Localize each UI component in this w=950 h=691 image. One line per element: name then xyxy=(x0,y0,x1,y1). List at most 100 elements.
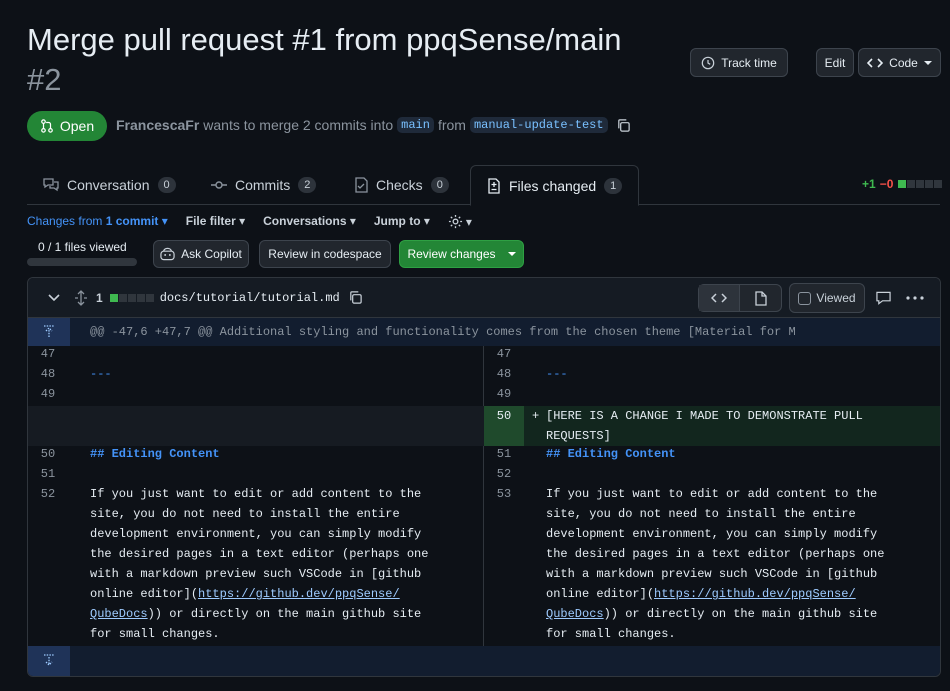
diffstat-bar xyxy=(897,177,943,191)
jump-to-dropdown[interactable]: Jump to ▾ xyxy=(374,214,430,229)
ask-copilot-button[interactable]: Ask Copilot xyxy=(153,240,249,268)
line-number[interactable]: 47 xyxy=(28,344,68,364)
file-path[interactable]: docs/tutorial/tutorial.md xyxy=(160,291,340,305)
clock-icon xyxy=(701,56,715,70)
track-time-button[interactable]: Track time xyxy=(690,48,788,77)
line-code: the desired pages in a text editor (perh… xyxy=(90,547,429,561)
code-label: Code xyxy=(889,55,918,70)
code-button[interactable]: Code xyxy=(858,48,941,77)
tab-files-changed[interactable]: Files changed 1 xyxy=(470,165,640,206)
diff-empty-line xyxy=(28,406,484,446)
pr-tabs: Conversation 0 Commits 2 Checks 0 Files … xyxy=(27,165,940,206)
add-marker: + xyxy=(532,409,540,423)
tab-label: Conversation xyxy=(67,177,150,193)
line-number[interactable]: 51 xyxy=(28,464,68,484)
git-commit-icon xyxy=(211,178,227,192)
tab-commits[interactable]: Commits 2 xyxy=(195,165,332,205)
line-number[interactable]: 49 xyxy=(28,384,68,404)
line-number[interactable]: 51 xyxy=(484,444,524,464)
code-icon[interactable] xyxy=(699,285,741,311)
changes-value: 1 commit xyxy=(105,214,159,228)
code-text: )) or directly on the main github site xyxy=(147,607,422,621)
copy-icon[interactable] xyxy=(348,290,363,305)
author-link[interactable]: FrancescaFr xyxy=(116,117,199,133)
tab-checks[interactable]: Checks 0 xyxy=(338,165,465,205)
expand-down-icon[interactable] xyxy=(28,646,70,676)
file-icon[interactable] xyxy=(740,285,781,311)
code-link[interactable]: https://github.dev/ppqSense/ xyxy=(198,587,400,601)
chevron-down-icon[interactable] xyxy=(48,293,60,302)
files-viewed-progress xyxy=(27,258,137,266)
line-number[interactable]: 52 xyxy=(28,484,68,504)
jump-to-label: Jump to xyxy=(373,214,421,228)
line-code: for small changes. xyxy=(90,627,220,641)
file-diffstat-bar xyxy=(109,289,154,307)
line-number[interactable]: 50 xyxy=(484,406,524,446)
expand-up-icon[interactable] xyxy=(28,318,70,346)
pr-title: Merge pull request #1 from ppqSense/main xyxy=(27,22,622,57)
tab-conversation[interactable]: Conversation 0 xyxy=(27,165,192,205)
conversations-label: Conversations xyxy=(263,214,347,228)
settings-dropdown[interactable]: ▾ xyxy=(448,214,472,229)
line-code: development environment, you can simply … xyxy=(90,527,422,541)
code-link[interactable]: QubeDocs xyxy=(90,607,148,621)
line-number[interactable]: 50 xyxy=(28,444,68,464)
pr-number: #2 xyxy=(27,62,62,97)
edit-button[interactable]: Edit xyxy=(816,48,854,77)
file-diff: 1 docs/tutorial/tutorial.md Viewed @@ -4… xyxy=(27,277,941,677)
status-badge: Open xyxy=(27,111,107,141)
line-number[interactable]: 49 xyxy=(484,384,524,404)
files-viewed-count: 0 / 1 files viewed xyxy=(38,240,127,254)
line-code: --- xyxy=(90,367,112,381)
file-filter-dropdown[interactable]: File filter ▾ xyxy=(186,214,245,229)
gear-icon xyxy=(448,214,463,229)
changes-prefix: Changes from xyxy=(27,214,103,228)
review-changes-button[interactable]: Review changes xyxy=(399,240,524,268)
file-header: 1 docs/tutorial/tutorial.md Viewed xyxy=(28,278,940,318)
diff-right-side: 47 48 --- 49 50 + [HERE IS A CHANGE I MAD… xyxy=(484,346,940,646)
line-code: --- xyxy=(546,367,568,381)
tab-label: Checks xyxy=(376,177,423,193)
tab-label: Files changed xyxy=(509,177,597,194)
pull-request-icon xyxy=(40,119,54,133)
line-number[interactable]: 48 xyxy=(484,364,524,384)
edit-label: Edit xyxy=(824,55,846,70)
line-code: If you just want to edit or add content … xyxy=(546,487,878,501)
code-text: )) or directly on the main github site xyxy=(603,607,878,621)
file-filter-label: File filter xyxy=(185,214,236,228)
copy-icon[interactable] xyxy=(616,118,631,133)
kebab-horizontal-icon[interactable] xyxy=(906,296,924,300)
unfold-icon[interactable] xyxy=(74,289,88,306)
additions-count: +1 xyxy=(862,177,876,191)
hunk-header-text: @@ -47,6 +47,7 @@ Additional styling and… xyxy=(90,325,796,339)
head-branch[interactable]: manual-update-test xyxy=(469,117,608,133)
line-number[interactable]: 52 xyxy=(484,464,524,484)
tab-count: 0 xyxy=(157,177,176,193)
viewed-checkbox[interactable]: Viewed xyxy=(789,283,865,313)
code-link[interactable]: QubeDocs xyxy=(546,607,604,621)
line-code: ## Editing Content xyxy=(90,447,220,461)
line-number[interactable]: 48 xyxy=(28,364,68,384)
file-diff-icon xyxy=(487,177,501,194)
tab-count: 1 xyxy=(604,177,623,194)
line-code: QubeDocs)) or directly on the main githu… xyxy=(90,604,421,624)
page-title: Merge pull request #1 from ppqSense/main… xyxy=(27,20,667,100)
conversations-dropdown[interactable]: Conversations ▾ xyxy=(263,214,356,229)
deletions-count: −0 xyxy=(879,177,894,191)
files-toolbar: Changes from 1 commit ▾ File filter ▾ Co… xyxy=(27,214,472,229)
line-number[interactable]: 53 xyxy=(484,484,524,504)
code-link[interactable]: https://github.dev/ppqSense/ xyxy=(654,587,856,601)
review-codespace-button[interactable]: Review in codespace xyxy=(259,240,391,268)
hunk-footer xyxy=(28,646,940,676)
review-changes-label: Review changes xyxy=(407,247,496,261)
file-change-count: 1 xyxy=(96,290,103,305)
comment-icon[interactable] xyxy=(876,291,891,305)
changes-from-dropdown[interactable]: Changes from 1 commit ▾ xyxy=(27,214,168,229)
viewed-checkbox-box[interactable] xyxy=(798,291,812,305)
base-branch[interactable]: main xyxy=(397,117,434,133)
line-number[interactable]: 47 xyxy=(484,344,524,364)
line-code: for small changes. xyxy=(546,627,676,641)
hunk-header: @@ -47,6 +47,7 @@ Additional styling and… xyxy=(28,318,940,346)
line-code: site, you do not need to install the ent… xyxy=(546,507,856,521)
diff-added-line: 50 + [HERE IS A CHANGE I MADE TO DEMONST… xyxy=(484,406,940,446)
